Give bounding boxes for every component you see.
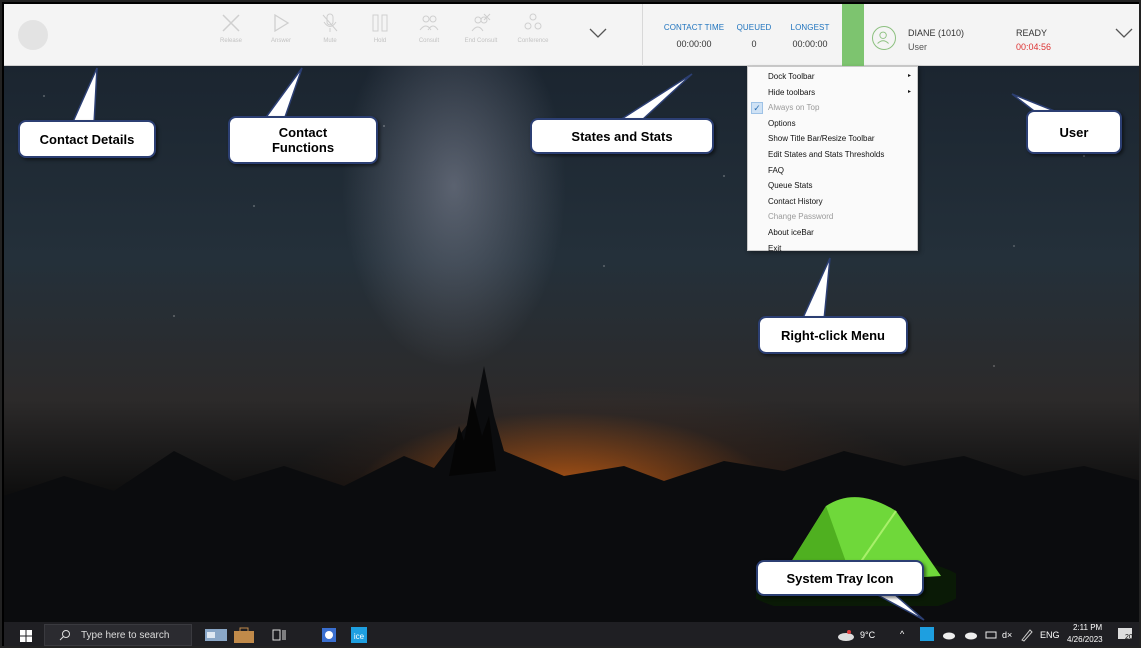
network-icon[interactable] <box>984 629 998 641</box>
app-icon[interactable] <box>320 626 338 644</box>
task-view-icon[interactable] <box>270 626 288 644</box>
tray-expand-icon[interactable]: ^ <box>900 629 904 639</box>
news-widget-icon[interactable] <box>204 626 228 644</box>
clock-time[interactable]: 2:11 PM <box>1073 623 1102 632</box>
callout-text: System Tray Icon <box>786 570 894 586</box>
search-placeholder: Type here to search <box>81 630 170 641</box>
callout-user: User <box>1026 110 1122 154</box>
language-indicator[interactable]: ENG <box>1040 630 1060 640</box>
onedrive-icon[interactable] <box>942 629 956 641</box>
callout-contact-functions: Contact Functions <box>228 116 378 164</box>
callout-system-tray: System Tray Icon <box>756 560 924 596</box>
cloud-icon[interactable] <box>964 629 978 641</box>
volume-muted-icon[interactable]: d× <box>1002 630 1012 640</box>
clock-date[interactable]: 4/26/2023 <box>1067 635 1103 644</box>
notification-center[interactable]: 20 <box>1116 626 1136 644</box>
callout-text: User <box>1059 124 1089 140</box>
callout-text: Right-click Menu <box>780 327 885 343</box>
icebar-tray-icon[interactable] <box>920 627 934 641</box>
search-icon <box>59 630 70 641</box>
briefcase-icon[interactable] <box>232 626 256 644</box>
callout-pointers <box>70 67 1063 621</box>
weather-temperature[interactable]: 9°C <box>860 630 875 640</box>
windows-start-icon[interactable] <box>20 630 32 642</box>
icebar-taskbar-icon[interactable]: ice <box>350 626 368 644</box>
taskbar-search-input[interactable]: Type here to search <box>44 624 192 646</box>
callout-right-click-menu: Right-click Menu <box>758 316 908 354</box>
callout-contact-details: Contact Details <box>18 120 156 158</box>
callout-text: States and Stats <box>571 128 673 144</box>
callout-text: Contact Details <box>39 131 135 147</box>
svg-text:ice: ice <box>354 632 365 641</box>
callout-text: Contact Functions <box>271 125 335 155</box>
screenshot-frame: Release Answer Mute Hold Consult End Con… <box>0 0 1141 648</box>
weather-cloud-icon[interactable] <box>836 626 856 644</box>
notification-count: 20 <box>1125 634 1133 641</box>
pen-icon[interactable] <box>1020 628 1034 642</box>
windows-taskbar: Type here to search ice 9°C ^ d× ENG 2:1… <box>4 622 1139 646</box>
callout-states-stats: States and Stats <box>530 118 714 154</box>
